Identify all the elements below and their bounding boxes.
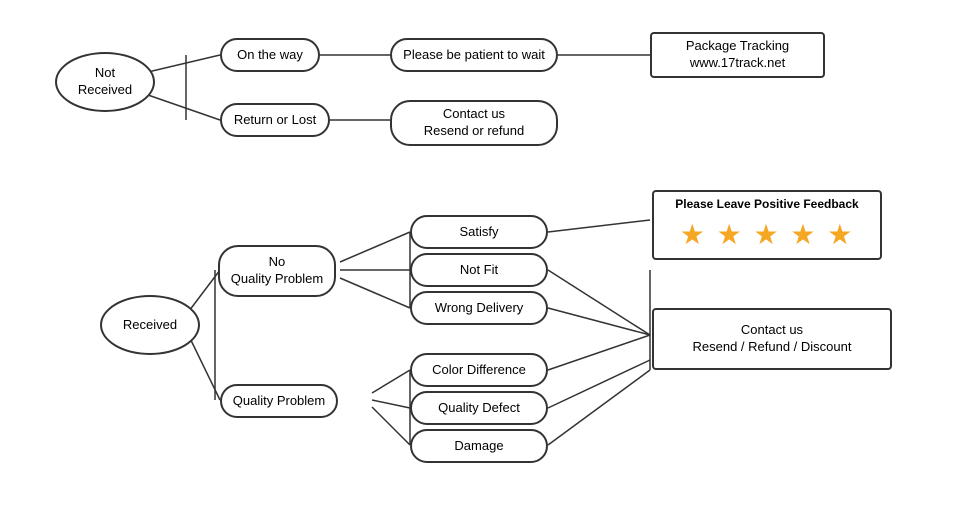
- feedback-label: Please Leave Positive Feedback: [675, 197, 858, 213]
- damage-label: Damage: [454, 438, 503, 455]
- no-quality-problem-node: No Quality Problem: [218, 245, 336, 297]
- wrong-delivery-node: Wrong Delivery: [410, 291, 548, 325]
- quality-defect-label: Quality Defect: [438, 400, 520, 417]
- feedback-node: Please Leave Positive Feedback ★ ★ ★ ★ ★: [652, 190, 882, 260]
- return-or-lost-node: Return or Lost: [220, 103, 330, 137]
- quality-problem-label: Quality Problem: [233, 393, 325, 410]
- package-tracking-node: Package Tracking www.17track.net: [650, 32, 825, 78]
- package-tracking-label: Package Tracking www.17track.net: [686, 38, 789, 72]
- received-node: Received: [100, 295, 200, 355]
- no-quality-problem-label: No Quality Problem: [231, 254, 323, 288]
- contact-resend-label: Contact us Resend or refund: [424, 106, 524, 140]
- satisfy-label: Satisfy: [459, 224, 498, 241]
- not-received-label: Not Received: [78, 65, 132, 99]
- color-difference-label: Color Difference: [432, 362, 526, 379]
- stars-display: ★ ★ ★ ★ ★: [680, 217, 855, 253]
- contact-resend-node: Contact us Resend or refund: [390, 100, 558, 146]
- not-fit-node: Not Fit: [410, 253, 548, 287]
- contact-resend2-label: Contact us Resend / Refund / Discount: [693, 322, 852, 356]
- not-fit-label: Not Fit: [460, 262, 498, 279]
- quality-defect-node: Quality Defect: [410, 391, 548, 425]
- satisfy-node: Satisfy: [410, 215, 548, 249]
- be-patient-node: Please be patient to wait: [390, 38, 558, 72]
- on-the-way-label: On the way: [237, 47, 303, 64]
- damage-node: Damage: [410, 429, 548, 463]
- on-the-way-node: On the way: [220, 38, 320, 72]
- not-received-node: Not Received: [55, 52, 155, 112]
- quality-problem-node: Quality Problem: [220, 384, 338, 418]
- return-or-lost-label: Return or Lost: [234, 112, 316, 129]
- color-difference-node: Color Difference: [410, 353, 548, 387]
- wrong-delivery-label: Wrong Delivery: [435, 300, 524, 317]
- received-label: Received: [123, 317, 177, 334]
- be-patient-label: Please be patient to wait: [403, 47, 545, 64]
- contact-resend2-node: Contact us Resend / Refund / Discount: [652, 308, 892, 370]
